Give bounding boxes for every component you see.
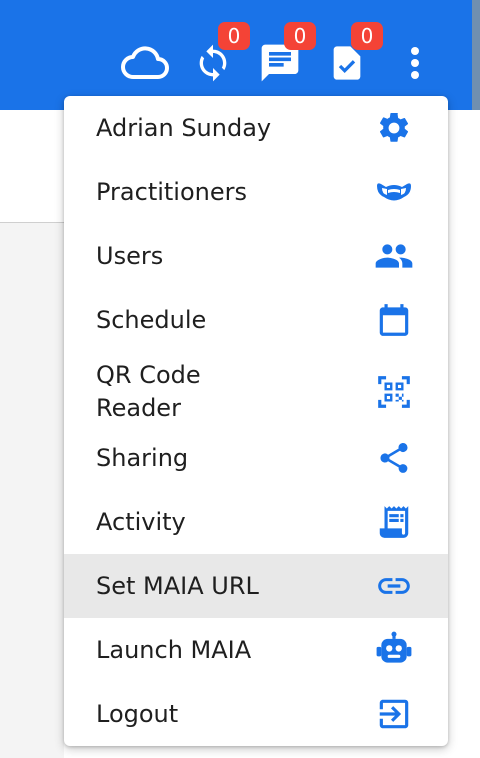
overflow-menu: Adrian Sunday Practitioners Users Schedu…: [64, 96, 448, 746]
robot-icon: [374, 630, 414, 670]
menu-item-label: QR Code Reader: [96, 361, 201, 422]
menu-item-launch-maia[interactable]: Launch MAIA: [64, 618, 448, 682]
menu-item-set-maia-url[interactable]: Set MAIA URL: [64, 554, 448, 618]
menu-item-qr-reader[interactable]: QR Code Reader: [64, 352, 448, 432]
chat-badge: 0: [284, 22, 316, 50]
gear-icon: [374, 108, 414, 148]
group-icon: [374, 236, 414, 276]
menu-item-label: Schedule: [96, 305, 207, 334]
app-bar-edge: [472, 0, 480, 110]
menu-item-label: Users: [96, 241, 164, 270]
more-vert-icon[interactable]: [390, 38, 440, 88]
calendar-icon: [374, 300, 414, 340]
menu-item-practitioners[interactable]: Practitioners: [64, 160, 448, 224]
qr-code-icon: [374, 372, 414, 412]
menu-item-label: Launch MAIA: [96, 635, 252, 664]
background-panel-top: [0, 110, 64, 222]
menu-item-label: Adrian Sunday: [96, 113, 272, 142]
logout-icon: [374, 694, 414, 734]
menu-item-label: Activity: [96, 507, 186, 536]
receipt-icon: [374, 502, 414, 542]
menu-item-logout[interactable]: Logout: [64, 682, 448, 746]
menu-item-label: Logout: [96, 699, 179, 728]
link-icon: [374, 566, 414, 606]
share-icon: [374, 438, 414, 478]
mask-icon: [374, 172, 414, 212]
menu-item-schedule[interactable]: Schedule: [64, 288, 448, 352]
menu-item-activity[interactable]: Activity: [64, 490, 448, 554]
menu-item-label: Practitioners: [96, 177, 248, 206]
cloud-icon[interactable]: [120, 38, 170, 88]
task-badge: 0: [351, 22, 383, 50]
sync-badge: 0: [218, 22, 250, 50]
menu-item-profile[interactable]: Adrian Sunday: [64, 96, 448, 160]
menu-item-sharing[interactable]: Sharing: [64, 426, 448, 490]
background-divider: [0, 222, 64, 223]
menu-item-users[interactable]: Users: [64, 224, 448, 288]
menu-item-label: Set MAIA URL: [96, 571, 259, 600]
menu-item-label: Sharing: [96, 443, 189, 472]
